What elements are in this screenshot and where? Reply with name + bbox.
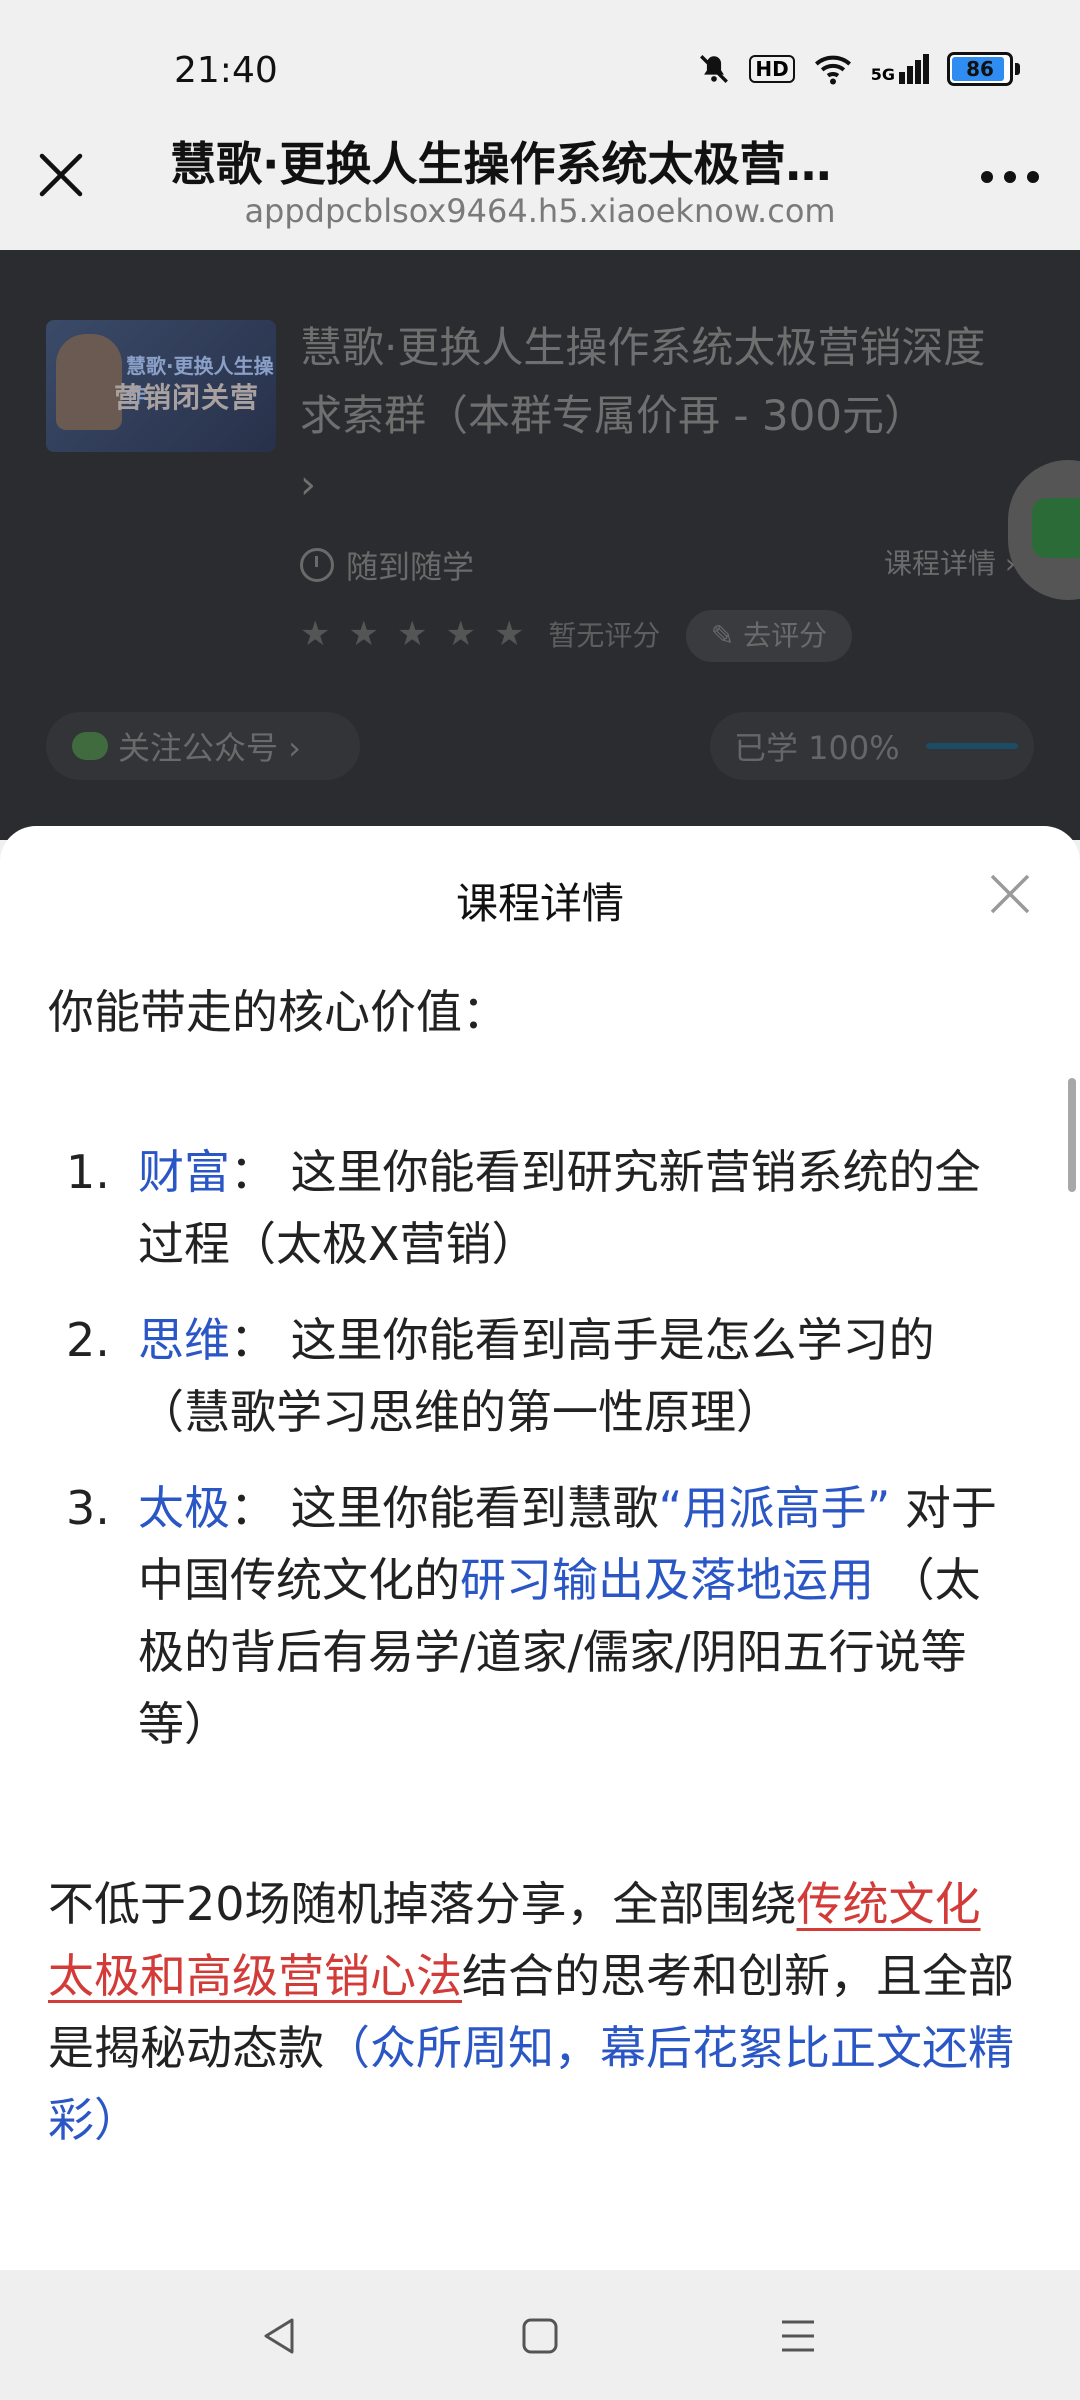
list-number: 2. (66, 1313, 110, 1367)
list-number: 3. (66, 1481, 110, 1535)
progress-bar (925, 743, 1018, 749)
item-highlight: 研习输出及落地运用 (460, 1553, 874, 1607)
browser-header: 慧歌·更换人生操作系统太极营… appdpcblsox9464.h5.xiaoe… (0, 137, 1080, 250)
follow-button-label: 关注公众号 › (118, 729, 301, 767)
back-icon[interactable] (258, 2314, 302, 2358)
rating-stars: ★ ★ ★ ★ ★ 暂无评分 (300, 614, 660, 654)
battery-icon: 86 (947, 52, 1020, 86)
page-url: appdpcblsox9464.h5.xiaoeknow.com (244, 192, 836, 230)
star-icon: ★ (493, 614, 525, 654)
mute-bell-icon (700, 55, 729, 83)
sheet-title: 课程详情 (455, 879, 624, 928)
scrollbar[interactable] (1068, 1078, 1076, 1192)
study-mode: 随到随学 (300, 542, 474, 588)
rating-text: 暂无评分 (548, 619, 661, 652)
item-highlight: “用派高手” (658, 1481, 891, 1535)
hd-icon: HD (749, 55, 795, 83)
course-detail-link[interactable]: 课程详情 › (884, 542, 1016, 582)
sheet-content: 你能带走的核心价值： 1. 财富： 这里你能看到研究新营销系统的全过程（太极X营… (48, 976, 1018, 2202)
item-keyword: 财富 (138, 1145, 230, 1199)
star-icon: ★ (396, 614, 428, 654)
wifi-icon (814, 55, 851, 85)
rate-button-label: 去评分 (743, 619, 828, 652)
pencil-icon: ✎ (710, 619, 735, 652)
star-icon: ★ (348, 614, 379, 654)
system-nav-bar (0, 2270, 1080, 2400)
course-header-dimmed: 慧歌·更换人生操作 营销闭关营 慧歌·更换人生操作系统太极营销深度求索群（本群专… (0, 250, 1080, 840)
wechat-icon (72, 732, 108, 760)
star-icon: ★ (300, 614, 331, 654)
thumbnail-line2: 营销闭关营 (114, 381, 260, 414)
course-title-text: 慧歌·更换人生操作系统太极营销深度求索群（本群专属价再 - 300元） (300, 323, 986, 440)
status-bar: 21:40 HD 5G 86 (0, 0, 1080, 140)
list-item: 1. 财富： 这里你能看到研究新营销系统的全过程（太极X营销） (48, 1136, 1018, 1280)
core-value-heading: 你能带走的核心价值： (48, 985, 508, 1039)
core-value-list: 1. 财富： 这里你能看到研究新营销系统的全过程（太极X营销） 2. 思维： 这… (48, 1136, 1018, 1760)
learning-progress: 已学 100% (710, 712, 1034, 780)
chevron-right-icon: › (300, 462, 316, 508)
list-item: 3. 太极： 这里你能看到慧歌“用派高手” 对于中国传统文化的研习输出及落地运用… (48, 1472, 1018, 1760)
study-mode-label: 随到随学 (346, 548, 475, 586)
signal-icon: 5G (871, 54, 929, 84)
list-number: 1. (66, 1145, 110, 1199)
page-title: 慧歌·更换人生操作系统太极营… (170, 137, 832, 191)
description-paragraph: 不低于20场随机掉落分享，全部围绕传统文化太极和高级营销心法结合的思考和创新，且… (48, 1868, 1018, 2156)
home-icon[interactable] (518, 2314, 562, 2358)
star-icon: ★ (445, 614, 476, 654)
paragraph-text: 不低于20场随机掉落分享，全部围绕 (48, 1877, 797, 1931)
rate-button[interactable]: ✎ 去评分 (686, 610, 852, 662)
follow-official-account-button[interactable]: 关注公众号 › (46, 712, 360, 780)
progress-label: 已学 100% (734, 729, 900, 767)
chat-icon (1032, 498, 1080, 558)
status-icons: HD 5G 86 (697, 52, 1020, 86)
item-text: ： 这里你能看到慧歌 (230, 1481, 659, 1535)
course-title[interactable]: 慧歌·更换人生操作系统太极营销深度求索群（本群专属价再 - 300元） › (300, 314, 1020, 519)
battery-level: 86 (966, 57, 994, 81)
item-text: ： 这里你能看到高手是怎么学习的（慧歌学习思维的第一性原理） (138, 1313, 935, 1439)
item-text: ： 这里你能看到研究新营销系统的全过程（太极X营销） (138, 1145, 981, 1271)
status-time: 21:40 (174, 50, 278, 91)
course-detail-sheet: 课程详情 你能带走的核心价值： 1. 财富： 这里你能看到研究新营销系统的全过程… (0, 826, 1080, 2270)
list-item: 2. 思维： 这里你能看到高手是怎么学习的（慧歌学习思维的第一性原理） (48, 1304, 1018, 1448)
clock-icon (300, 548, 334, 582)
network-type: 5G (870, 65, 895, 84)
more-options-icon[interactable] (980, 170, 1040, 184)
menu-icon[interactable] (776, 2314, 820, 2358)
course-thumbnail: 慧歌·更换人生操作 营销闭关营 (46, 320, 276, 452)
item-keyword: 思维 (138, 1313, 230, 1367)
close-icon[interactable] (988, 872, 1032, 916)
item-keyword: 太极 (138, 1481, 230, 1535)
